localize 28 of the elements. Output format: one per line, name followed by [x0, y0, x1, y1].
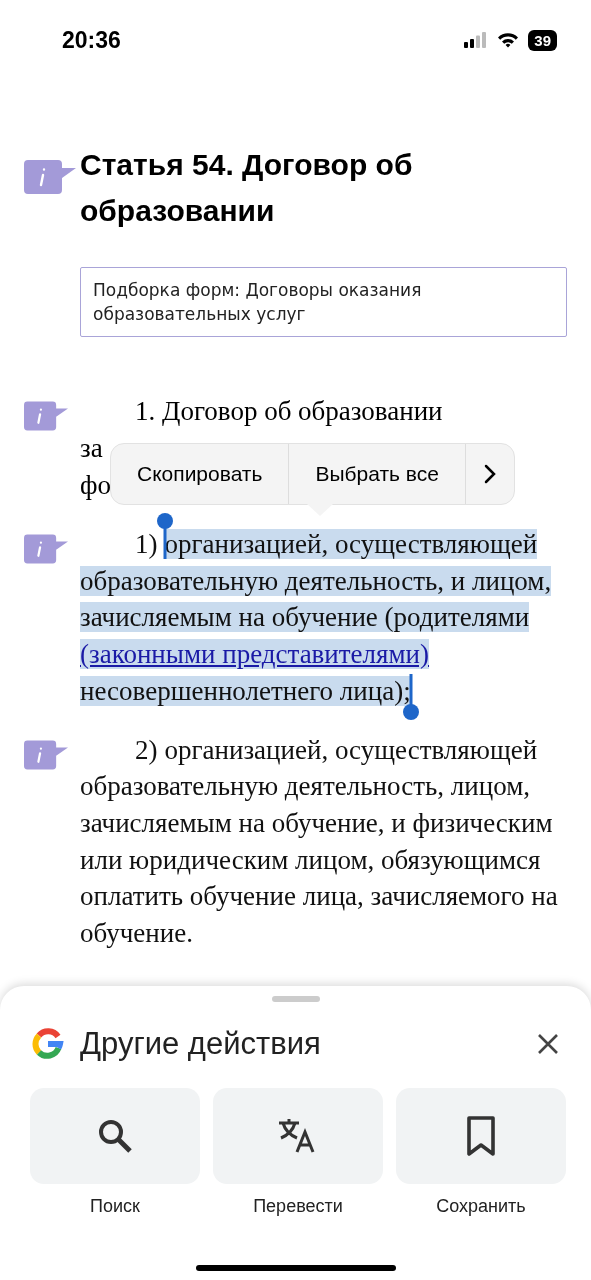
sheet-title: Другие действия — [80, 1026, 322, 1062]
google-icon — [32, 1028, 64, 1060]
bookmark-button[interactable] — [396, 1088, 566, 1184]
action-label: Перевести — [253, 1196, 343, 1217]
status-time: 20:36 — [62, 26, 121, 54]
wifi-icon — [497, 32, 520, 48]
paragraph-fragment: фо — [80, 469, 111, 502]
paragraph-line: 1. Договор об образовании — [134, 395, 443, 428]
chevron-right-icon — [483, 464, 496, 484]
info-icon[interactable] — [24, 401, 68, 431]
paragraph: 2) организацией, осуществляющей образовательную деятельность, лицом, зачисляемым на обучение, и физическим или юридическим лицом, обязующимся оплатить обучение лица, зачисляемого на обучение. — [80, 733, 559, 951]
paragraph-fragment: за — [80, 432, 103, 465]
translate-button[interactable] — [213, 1088, 383, 1184]
sheet-grabber[interactable] — [271, 996, 320, 1002]
forms-note[interactable]: Подборка форм: Договоры оказания образовательных услуг — [80, 267, 567, 337]
close-icon[interactable] — [537, 1033, 559, 1055]
search-button[interactable] — [30, 1088, 200, 1184]
info-icon[interactable] — [24, 739, 68, 770]
battery-level: 39 — [528, 29, 557, 51]
bookmark-icon — [466, 1116, 496, 1156]
info-icon[interactable] — [24, 160, 76, 194]
article-heading: Статья 54. Договор об образовании — [80, 147, 414, 229]
law-link[interactable]: (законными представителями) — [80, 639, 430, 670]
signal-icon — [464, 32, 489, 48]
action-label: Поиск — [90, 1196, 140, 1217]
action-label: Сохранить — [436, 1196, 526, 1217]
menu-item[interactable]: Скопировать — [111, 444, 290, 504]
info-icon[interactable] — [24, 534, 68, 564]
